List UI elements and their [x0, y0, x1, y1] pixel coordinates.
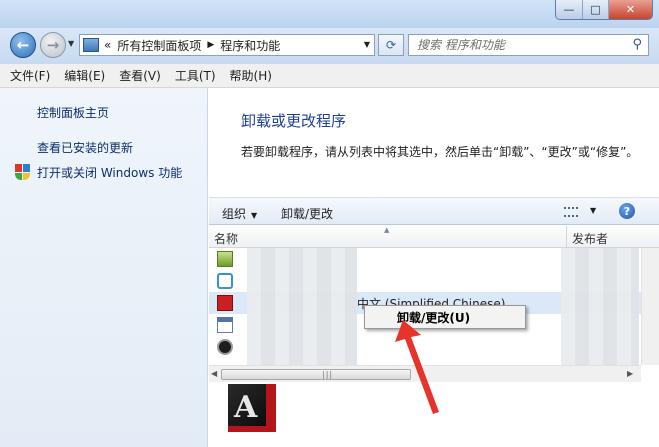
search-box[interactable]: ⚲	[408, 34, 649, 56]
scroll-thumb[interactable]: |||	[221, 369, 411, 380]
page-title: 卸载或更改程序	[241, 112, 347, 130]
menu-help[interactable]: 帮助(H)	[230, 67, 272, 84]
menu-file[interactable]: 文件(F)	[10, 67, 50, 84]
minimize-button[interactable]: —	[556, 0, 582, 19]
scroll-right-icon[interactable]: ▶	[627, 369, 633, 378]
address-dropdown-icon[interactable]: ▼	[364, 40, 370, 49]
sort-arrow-icon: ▲	[384, 226, 390, 234]
view-options-icon[interactable]	[564, 207, 578, 217]
back-button[interactable]: ←	[10, 32, 36, 58]
caption-buttons: — □ ✕	[555, 0, 653, 20]
maximize-button[interactable]: □	[582, 0, 608, 19]
breadcrumb-overflow-icon[interactable]: «	[104, 38, 111, 52]
address-bar[interactable]: « 所有控制面板项 ▶ 程序和功能 ▼	[79, 34, 375, 56]
organize-button[interactable]: 组织 ▼	[222, 205, 257, 222]
column-separator[interactable]	[566, 226, 567, 248]
program-icon	[217, 251, 233, 267]
pixelated-region	[561, 248, 639, 365]
vertical-scrollbar[interactable]	[641, 248, 659, 365]
windows-shield-icon	[15, 164, 30, 180]
refresh-button[interactable]: ⟳	[378, 34, 404, 56]
task-pane: 控制面板主页 查看已安装的更新 打开或关闭 Windows 功能	[0, 88, 208, 447]
selected-program-large-icon: A	[228, 384, 276, 432]
close-button[interactable]: ✕	[608, 0, 652, 19]
control-panel-icon	[83, 38, 99, 52]
organize-label: 组织	[222, 207, 247, 221]
program-icon	[217, 317, 233, 333]
column-header: ▲ 名称 发布者	[209, 226, 659, 248]
scroll-left-icon[interactable]: ◀	[211, 369, 217, 378]
menu-tools[interactable]: 工具(T)	[175, 67, 216, 84]
search-input[interactable]	[409, 35, 619, 55]
arrow-shape	[395, 320, 439, 414]
program-icon	[217, 273, 233, 289]
control-panel-home-link[interactable]: 控制面板主页	[37, 104, 109, 121]
breadcrumb-root[interactable]: 所有控制面板项	[117, 37, 201, 54]
grip-icon: |||	[322, 370, 334, 379]
navigation-bar: ← → ▼ « 所有控制面板项 ▶ 程序和功能 ▼ ⟳ ⚲	[0, 28, 659, 64]
title-bar: — □ ✕	[0, 0, 659, 28]
menu-bar: 文件(F) 编辑(E) 查看(V) 工具(T) 帮助(H)	[0, 64, 659, 88]
program-icon	[217, 339, 233, 355]
column-name[interactable]: 名称	[214, 230, 238, 247]
column-publisher[interactable]: 发布者	[572, 230, 608, 247]
context-uninstall-change[interactable]: 卸载/更改(U)	[371, 308, 519, 326]
page-description: 若要卸载程序，请从列表中将其选中，然后单击“卸载”、“更改”或“修复”。	[241, 145, 639, 159]
chevron-down-icon: ▼	[251, 211, 258, 220]
menu-edit[interactable]: 编辑(E)	[64, 67, 105, 84]
programs-and-features-window: — □ ✕ ← → ▼ « 所有控制面板项 ▶ 程序和功能 ▼ ⟳ ⚲ 文件(F…	[0, 0, 659, 447]
view-installed-updates-link[interactable]: 查看已安装的更新	[37, 139, 133, 156]
program-icon	[217, 295, 233, 311]
help-icon[interactable]: ?	[619, 203, 635, 219]
red-arrow-annotation	[395, 320, 439, 414]
menu-view[interactable]: 查看(V)	[119, 67, 161, 84]
breadcrumb-separator-icon[interactable]: ▶	[207, 40, 214, 50]
uninstall-change-button[interactable]: 卸载/更改	[281, 205, 333, 222]
breadcrumb-current[interactable]: 程序和功能	[220, 37, 280, 54]
windows-features-link[interactable]: 打开或关闭 Windows 功能	[37, 164, 182, 181]
forward-button[interactable]: →	[40, 32, 66, 58]
search-icon[interactable]: ⚲	[632, 37, 642, 52]
command-bar: 组织 ▼ 卸载/更改 ▼ ?	[209, 197, 659, 225]
view-dropdown-icon[interactable]: ▼	[590, 206, 596, 215]
history-dropdown-icon[interactable]: ▼	[68, 39, 74, 48]
pixelated-region	[247, 248, 357, 365]
context-menu: 卸载/更改(U)	[364, 305, 526, 329]
